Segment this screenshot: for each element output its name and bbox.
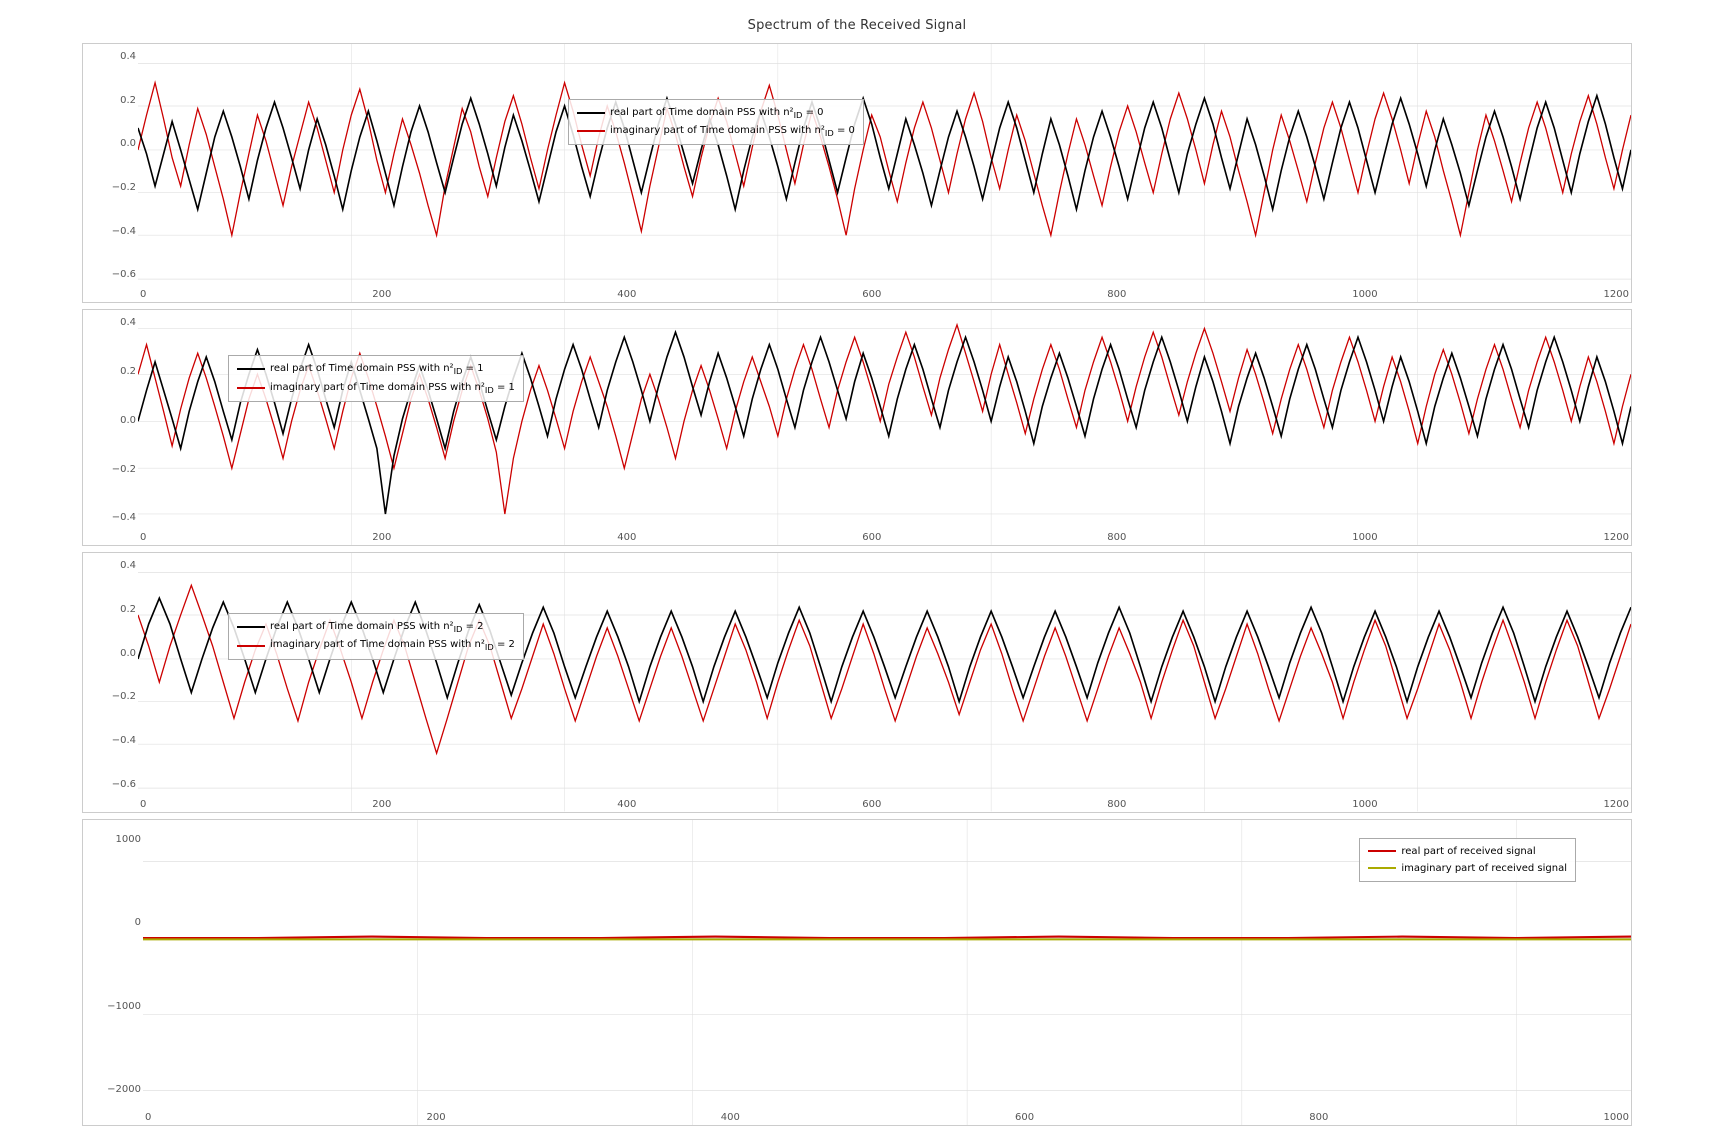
chart-panel-3: 1000 0 −1000 −2000: [82, 819, 1632, 1126]
charts-container: 0.4 0.2 0.0 −0.2 −0.4 −0.6: [82, 43, 1632, 1142]
legend-3: real part of received signal imaginary p…: [1359, 838, 1576, 882]
chart-panel-0: 0.4 0.2 0.0 −0.2 −0.4 −0.6: [82, 43, 1632, 303]
y-axis-0: 0.4 0.2 0.0 −0.2 −0.4 −0.6: [83, 44, 138, 302]
y-axis-2: 0.4 0.2 0.0 −0.2 −0.4 −0.6: [83, 553, 138, 811]
chart-svg-0: [138, 44, 1631, 302]
chart-area-2: real part of Time domain PSS with n²ID =…: [138, 553, 1631, 811]
legend-0: real part of Time domain PSS with n²ID =…: [568, 99, 864, 145]
x-labels-0: 0 200 400 600 800 1000 1200: [138, 289, 1631, 300]
y-axis-3: 1000 0 −1000 −2000: [83, 820, 143, 1125]
chart-panel-1: 0.4 0.2 0.0 −0.2 −0.4: [82, 309, 1632, 546]
x-labels-3: 0 200 400 600 800 1000: [143, 1112, 1631, 1123]
legend-1: real part of Time domain PSS with n²ID =…: [228, 355, 524, 401]
x-labels-1: 0 200 400 600 800 1000 1200: [138, 532, 1631, 543]
chart-area-3: real part of received signal imaginary p…: [143, 820, 1631, 1125]
y-axis-1: 0.4 0.2 0.0 −0.2 −0.4: [83, 310, 138, 545]
x-labels-2: 0 200 400 600 800 1000 1200: [138, 799, 1631, 810]
legend-2: real part of Time domain PSS with n²ID =…: [228, 613, 524, 659]
chart-area-0: real part of Time domain PSS with n²ID =…: [138, 44, 1631, 302]
chart-svg-1: [138, 310, 1631, 545]
page-title: Spectrum of the Received Signal: [748, 18, 967, 33]
chart-area-1: real part of Time domain PSS with n²ID =…: [138, 310, 1631, 545]
chart-svg-2: [138, 553, 1631, 811]
chart-panel-2: 0.4 0.2 0.0 −0.2 −0.4 −0.6: [82, 552, 1632, 812]
